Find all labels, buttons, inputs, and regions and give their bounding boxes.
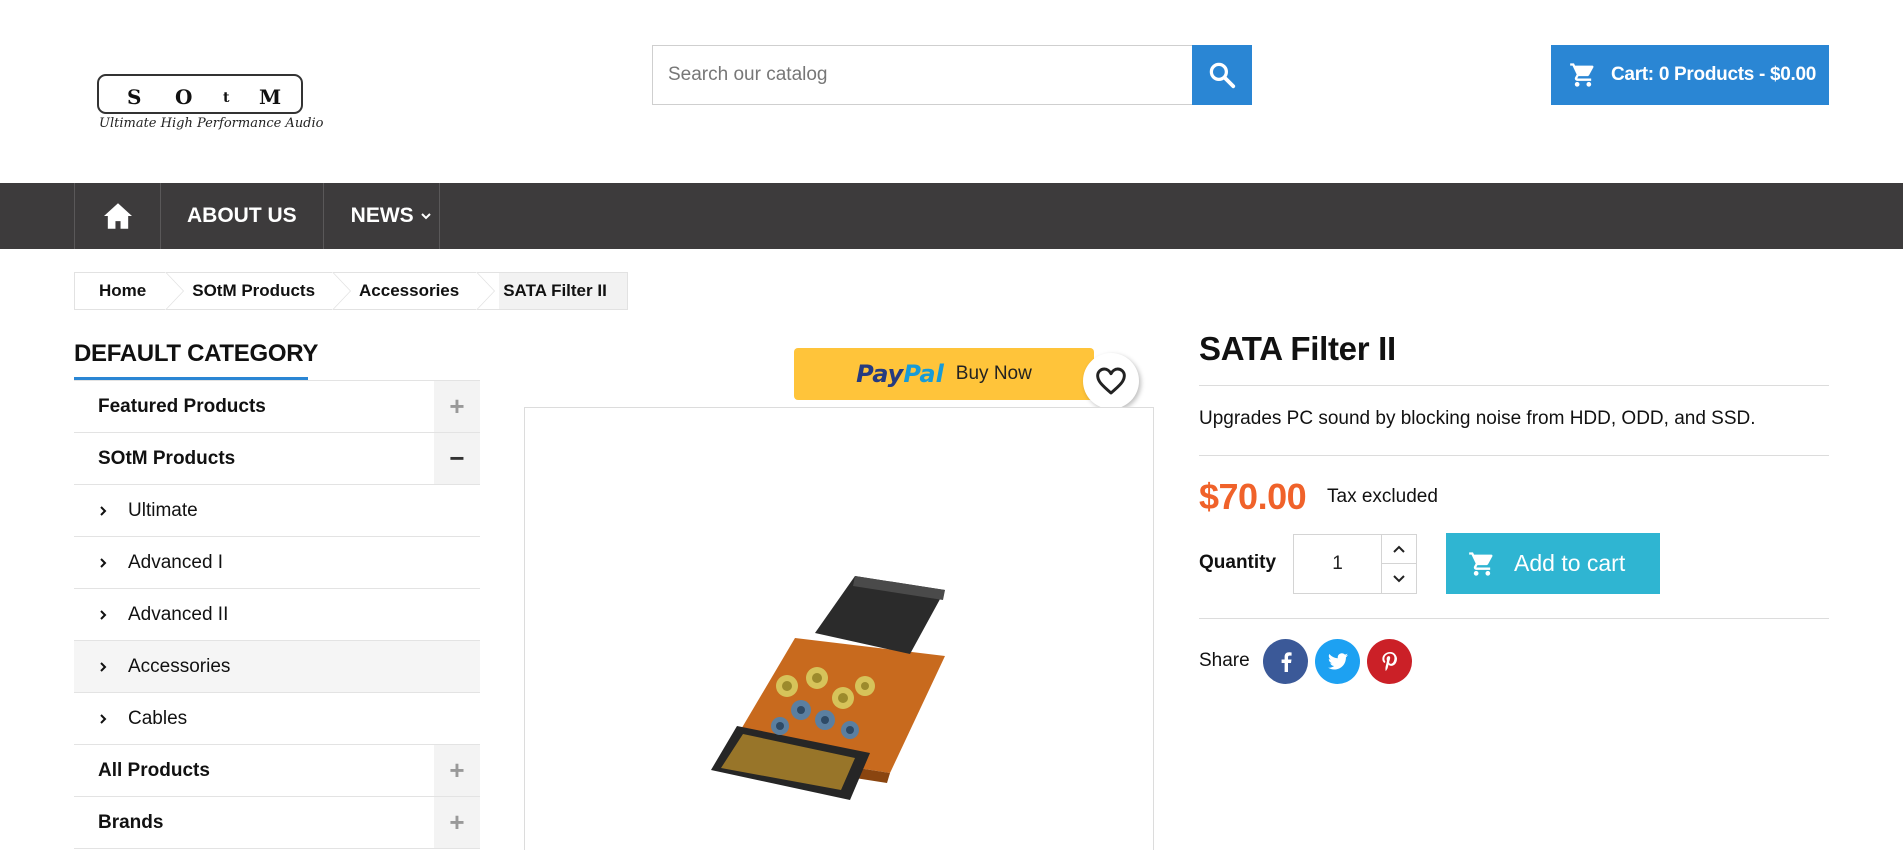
quantity-stepper <box>1293 534 1417 594</box>
sidebar-item-sotm-products[interactable]: SOtM Products − <box>74 433 480 485</box>
paypal-logo: PayPal <box>856 360 944 388</box>
nav-about-us[interactable]: ABOUT US <box>160 183 323 249</box>
sidebar-item-all-products[interactable]: All Products + <box>74 745 480 797</box>
expand-icon[interactable]: + <box>434 797 480 848</box>
category-tree: Featured Products + SOtM Products − Ulti… <box>74 380 480 849</box>
share-label: Share <box>1199 650 1250 671</box>
logo-frame: S O t M <box>97 74 303 114</box>
sidebar-item-accessories[interactable]: Accessories <box>74 641 480 693</box>
sidebar-item-label: Cables <box>128 707 188 729</box>
sidebar-item-brands[interactable]: Brands + <box>74 797 480 849</box>
sidebar-title: DEFAULT CATEGORY <box>74 340 319 367</box>
sidebar-item-label: Featured Products <box>98 395 266 417</box>
collapse-icon[interactable]: − <box>434 433 480 484</box>
search-button[interactable] <box>1192 45 1252 105</box>
facebook-share-button[interactable] <box>1263 639 1308 684</box>
sidebar-item-advanced-ii[interactable]: Advanced II <box>74 589 480 641</box>
site-logo[interactable]: S O t M Ultimate High Performance Audio <box>97 74 324 138</box>
sidebar-item-advanced-i[interactable]: Advanced I <box>74 537 480 589</box>
pinterest-icon <box>1381 651 1397 671</box>
breadcrumb-accessories-label: Accessories <box>359 281 460 300</box>
shopping-cart-icon <box>1570 63 1594 87</box>
shopping-cart-icon <box>1469 551 1493 576</box>
product-image-frame[interactable] <box>524 407 1154 850</box>
divider <box>1199 455 1829 456</box>
product-title: SATA Filter II <box>1199 330 1396 367</box>
logo-letter-s: S <box>127 85 142 109</box>
product-description: Upgrades PC sound by blocking noise from… <box>1199 408 1756 429</box>
sidebar-item-label: Brands <box>98 811 164 833</box>
chevron-right-icon <box>98 713 128 725</box>
heart-icon <box>1096 367 1126 395</box>
product-price: $70.00 <box>1199 476 1307 517</box>
sidebar-item-cables[interactable]: Cables <box>74 693 480 745</box>
sidebar-item-label: Advanced I <box>128 551 224 573</box>
home-icon <box>103 203 132 229</box>
tax-note: Tax excluded <box>1327 486 1438 507</box>
breadcrumb-separator <box>332 272 355 310</box>
pinterest-share-button[interactable] <box>1367 639 1412 684</box>
sidebar-item-ultimate[interactable]: Ultimate <box>74 485 480 537</box>
breadcrumb-accessories[interactable]: Accessories <box>355 273 477 309</box>
paypal-label: Buy Now <box>955 363 1032 384</box>
divider <box>1199 618 1829 619</box>
breadcrumb-current-label: SATA Filter II <box>503 281 607 300</box>
add-to-cart-button[interactable]: Add to cart <box>1446 533 1660 594</box>
product-image <box>711 576 945 800</box>
wishlist-button[interactable] <box>1083 353 1139 409</box>
chevron-down-icon <box>420 213 431 220</box>
quantity-decrease-button[interactable] <box>1382 564 1416 593</box>
paypal-logo-pay: Pay <box>856 360 904 388</box>
chevron-right-icon <box>98 661 128 673</box>
search-bar <box>652 45 1252 105</box>
nav-home[interactable] <box>74 183 160 249</box>
quantity-input[interactable] <box>1294 535 1382 593</box>
logo-letter-t: t <box>223 90 230 106</box>
nav-news-label: NEWS <box>350 204 414 227</box>
chevron-right-icon <box>98 609 128 621</box>
quantity-arrows <box>1382 535 1416 593</box>
breadcrumb-separator <box>476 272 499 310</box>
breadcrumb-sotm-products[interactable]: SOtM Products <box>188 273 333 309</box>
quantity-increase-button[interactable] <box>1382 535 1416 564</box>
twitter-icon <box>1327 653 1348 670</box>
main-nav: ABOUT US NEWS <box>0 183 1903 249</box>
logo-tagline: Ultimate High Performance Audio <box>99 116 324 131</box>
paypal-logo-pal: Pal <box>903 360 944 388</box>
logo-letter-o: O <box>175 85 193 109</box>
twitter-share-button[interactable] <box>1315 639 1360 684</box>
breadcrumb: Home SOtM Products Accessories SATA Filt… <box>74 272 628 310</box>
nav-about-label: ABOUT US <box>187 204 297 227</box>
search-icon <box>1209 62 1236 89</box>
add-to-cart-label: Add to cart <box>1514 550 1626 576</box>
sidebar-item-featured-products[interactable]: Featured Products + <box>74 381 480 433</box>
sidebar-item-label: Advanced II <box>128 603 229 625</box>
cart-label: Cart: 0 Products - $0.00 <box>1611 64 1817 85</box>
chevron-right-icon <box>98 505 128 517</box>
divider <box>1199 385 1829 386</box>
sidebar-item-label: Ultimate <box>128 499 198 521</box>
sidebar-item-label: Accessories <box>128 655 231 677</box>
facebook-icon <box>1281 651 1292 672</box>
breadcrumb-sotm-label: SOtM Products <box>192 281 316 300</box>
sidebar-item-label: SOtM Products <box>98 447 236 469</box>
paypal-buy-now-button[interactable]: PayPal Buy Now <box>794 348 1094 400</box>
sidebar-item-label: All Products <box>98 759 210 781</box>
chevron-up-icon <box>1393 545 1405 553</box>
breadcrumb-home-label: Home <box>99 281 147 300</box>
expand-icon[interactable]: + <box>434 381 480 432</box>
breadcrumb-separator <box>165 272 188 310</box>
nav-news[interactable]: NEWS <box>322 183 440 249</box>
search-input[interactable] <box>652 45 1192 105</box>
breadcrumb-current: SATA Filter II <box>499 273 627 309</box>
breadcrumb-home[interactable]: Home <box>75 273 166 309</box>
chevron-right-icon <box>98 557 128 569</box>
chevron-down-icon <box>1393 574 1405 582</box>
cart-button[interactable]: Cart: 0 Products - $0.00 <box>1551 45 1829 105</box>
logo-letter-m: M <box>259 85 282 109</box>
quantity-label: Quantity <box>1199 552 1277 573</box>
expand-icon[interactable]: + <box>434 745 480 796</box>
